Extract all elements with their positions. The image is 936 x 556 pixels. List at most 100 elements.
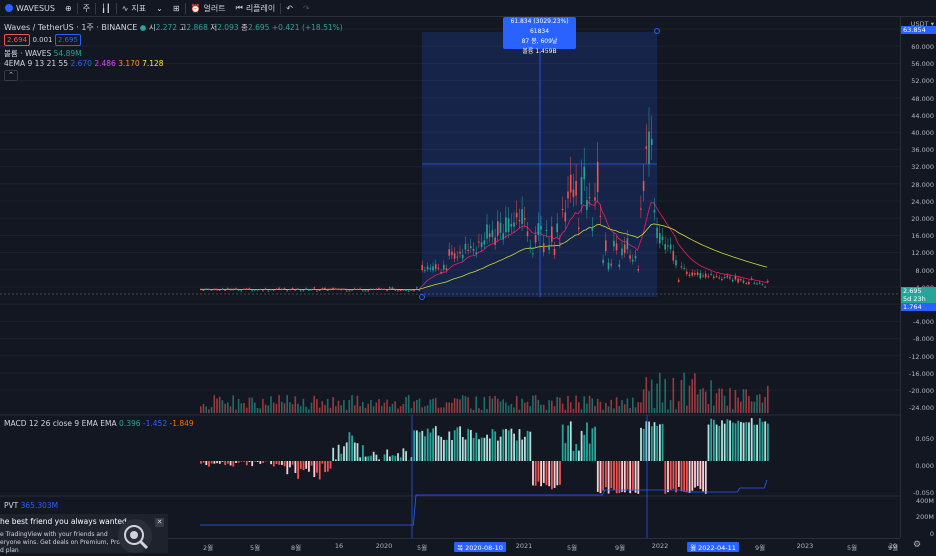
volume-bar — [651, 379, 653, 413]
macd-histogram-bar — [486, 435, 488, 461]
price-axis-label: -24.000 — [909, 404, 934, 412]
volume-bar — [748, 396, 750, 413]
macd-histogram-bar — [640, 428, 642, 461]
volume-bar — [222, 400, 224, 413]
macd-histogram-bar — [448, 432, 450, 461]
volume-bar — [305, 407, 307, 413]
symbol-search[interactable]: WAVESUS — [0, 0, 60, 16]
volume-bar — [673, 378, 675, 413]
macd-histogram-bar — [494, 431, 496, 461]
layout-button[interactable]: ⊞ — [168, 0, 185, 16]
macd-histogram-bar — [670, 461, 672, 490]
volume-bar — [713, 406, 715, 413]
volume-bar — [686, 406, 688, 413]
sell-price-button[interactable]: 2.694 — [4, 34, 30, 46]
macd-histogram-bar — [446, 440, 448, 461]
macd-histogram-bar — [511, 429, 513, 461]
price-axis-label: -12.000 — [909, 353, 934, 361]
buy-price-button[interactable]: 2.695 — [55, 34, 81, 46]
volume-bar — [440, 407, 442, 413]
macd-histogram-bar — [389, 456, 391, 461]
time-axis-label: 2월 — [203, 542, 213, 552]
referral-popup[interactable]: he best friend you always wanted e Tradi… — [0, 514, 168, 553]
volume-bar — [432, 399, 434, 413]
indicators-button[interactable]: ∿ 지표 — [117, 0, 151, 16]
chart-canvas[interactable] — [0, 17, 900, 538]
macd-histogram-bar — [705, 461, 707, 494]
volume-bar — [338, 401, 340, 413]
volume-bar — [732, 409, 734, 413]
volume-bar — [737, 397, 739, 413]
pvt-axis-label: 200M — [916, 513, 934, 521]
macd-histogram-bar — [319, 461, 321, 479]
volume-bar — [257, 408, 259, 413]
macd-histogram-bar — [619, 461, 621, 493]
settings-gear-icon[interactable]: ⚙ — [913, 540, 921, 550]
price-axis[interactable]: USDT ▾ 60.00056.00052.00048.00044.00040.… — [900, 17, 936, 538]
macd-histogram-bar — [538, 461, 540, 482]
volume-legend[interactable]: 볼륨 · WAVES 54.89M — [4, 48, 82, 59]
macd-histogram-bar — [500, 437, 502, 461]
macd-histogram-bar — [459, 426, 461, 461]
alert-button[interactable]: ⏰ 얼러트 — [186, 0, 231, 16]
plus-icon: ⊕ — [65, 4, 72, 13]
volume-bar — [462, 395, 464, 413]
measure-volume: 볼륨 1.459B — [503, 47, 576, 57]
volume-bar — [278, 395, 280, 413]
pvt-legend[interactable]: PVT 365.303M — [4, 501, 58, 510]
time-axis-label: 월 2022-04-11 — [687, 542, 739, 552]
redo-button[interactable]: ↷ — [298, 0, 315, 16]
volume-bar — [727, 406, 729, 413]
volume-bar — [578, 402, 580, 413]
volume-bar — [389, 407, 391, 413]
interval-button[interactable]: 주 — [78, 0, 95, 16]
volume-bar — [281, 402, 283, 413]
close-label: 종 — [241, 23, 248, 32]
macd-histogram-bar — [462, 437, 464, 461]
macd-histogram-bar — [567, 425, 569, 461]
volume-bar — [335, 406, 337, 413]
macd-histogram-bar — [297, 461, 299, 479]
volume-bar — [265, 405, 267, 413]
volume-bar — [343, 400, 345, 413]
macd-histogram-bar — [575, 444, 577, 461]
macd-histogram-bar — [322, 461, 324, 464]
pvt-axis-label: 400M — [916, 497, 934, 505]
volume-label: 볼륨 · WAVES — [4, 49, 51, 58]
replay-button[interactable]: ⏮ 리플레이 — [231, 0, 281, 16]
chart-pane[interactable]: Waves / TetherUS · 1주 · BINANCE ● 시2.272… — [0, 17, 900, 552]
macd-histogram-bar — [594, 427, 596, 461]
macd-histogram-bar — [249, 461, 251, 462]
ema-value-2: 2.486 — [94, 59, 115, 68]
templates-button[interactable]: ⌄ — [151, 0, 168, 16]
macd-legend[interactable]: MACD 12 26 close 9 EMA EMA 0.396 -1.452 … — [4, 419, 194, 428]
volume-bar — [554, 406, 556, 413]
volume-bar — [286, 395, 288, 413]
legend-title: Waves / TetherUS · 1주 · BINANCE — [4, 23, 137, 32]
macd-histogram-bar — [324, 461, 326, 472]
collapse-legend-button[interactable]: ⌃ — [4, 70, 18, 81]
macd-histogram-bar — [343, 446, 345, 461]
symbol-legend[interactable]: Waves / TetherUS · 1주 · BINANCE ● 시2.272… — [4, 22, 343, 33]
close-icon[interactable]: ✕ — [155, 518, 164, 527]
macd-histogram-bar — [708, 425, 710, 461]
macd-histogram-bar — [362, 445, 364, 461]
macd-histogram-bar — [521, 440, 523, 461]
add-symbol-button[interactable]: ⊕ — [60, 0, 77, 16]
volume-bar — [543, 405, 545, 413]
volume-bar — [583, 396, 585, 413]
chart-type-button[interactable]: ╽┃ — [96, 0, 116, 16]
macd-histogram-bar — [354, 443, 356, 461]
macd-histogram-bar — [273, 461, 275, 466]
volume-bar — [502, 399, 504, 413]
volume-bar — [251, 398, 253, 413]
popup-body-line2: eryone wins. Get deals on Premium, Pro+, — [0, 539, 127, 546]
macd-histogram-bar — [681, 461, 683, 491]
ema-legend[interactable]: 4EMA 9 13 21 55 2.670 2.486 3.170 7.128 — [4, 59, 164, 68]
pvt-axis-label: 0 — [930, 530, 934, 538]
macd-histogram-bar — [562, 425, 564, 461]
volume-bar — [532, 396, 534, 413]
popup-body-line1: e TradingView with your friends and — [0, 531, 108, 538]
time-axis-label: 2022 — [652, 542, 669, 550]
undo-button[interactable]: ↶ — [281, 0, 298, 16]
